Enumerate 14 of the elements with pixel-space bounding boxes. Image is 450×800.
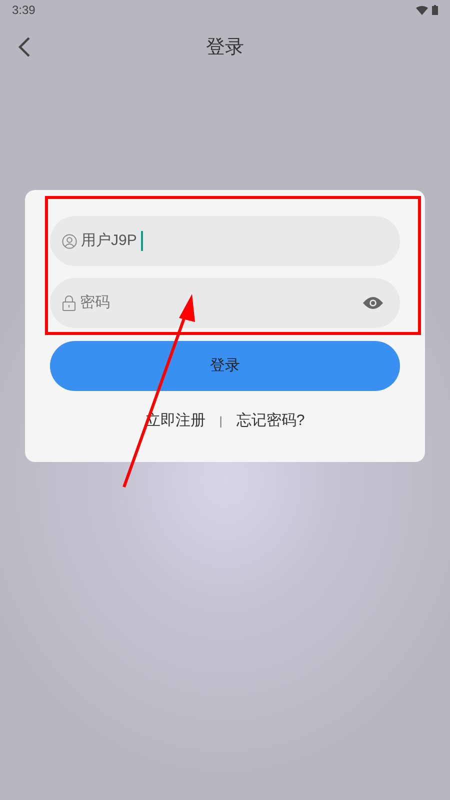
- battery-icon: [432, 5, 438, 15]
- separator: |: [219, 413, 222, 430]
- login-button[interactable]: 登录: [50, 341, 400, 391]
- eye-icon[interactable]: [362, 296, 384, 310]
- lock-icon: [62, 295, 76, 311]
- password-placeholder: 密码: [80, 292, 111, 313]
- field-value: 用户J9P: [81, 230, 137, 251]
- user-icon: [62, 234, 77, 248]
- username-field[interactable]: 用户J9P: [50, 216, 400, 266]
- page-title: 登录: [206, 36, 244, 60]
- wifi-icon: [416, 6, 428, 14]
- password-field[interactable]: 密码: [50, 278, 400, 328]
- status-time: 3:39: [12, 2, 36, 19]
- forgot-password-link[interactable]: 忘记密码?: [236, 410, 305, 432]
